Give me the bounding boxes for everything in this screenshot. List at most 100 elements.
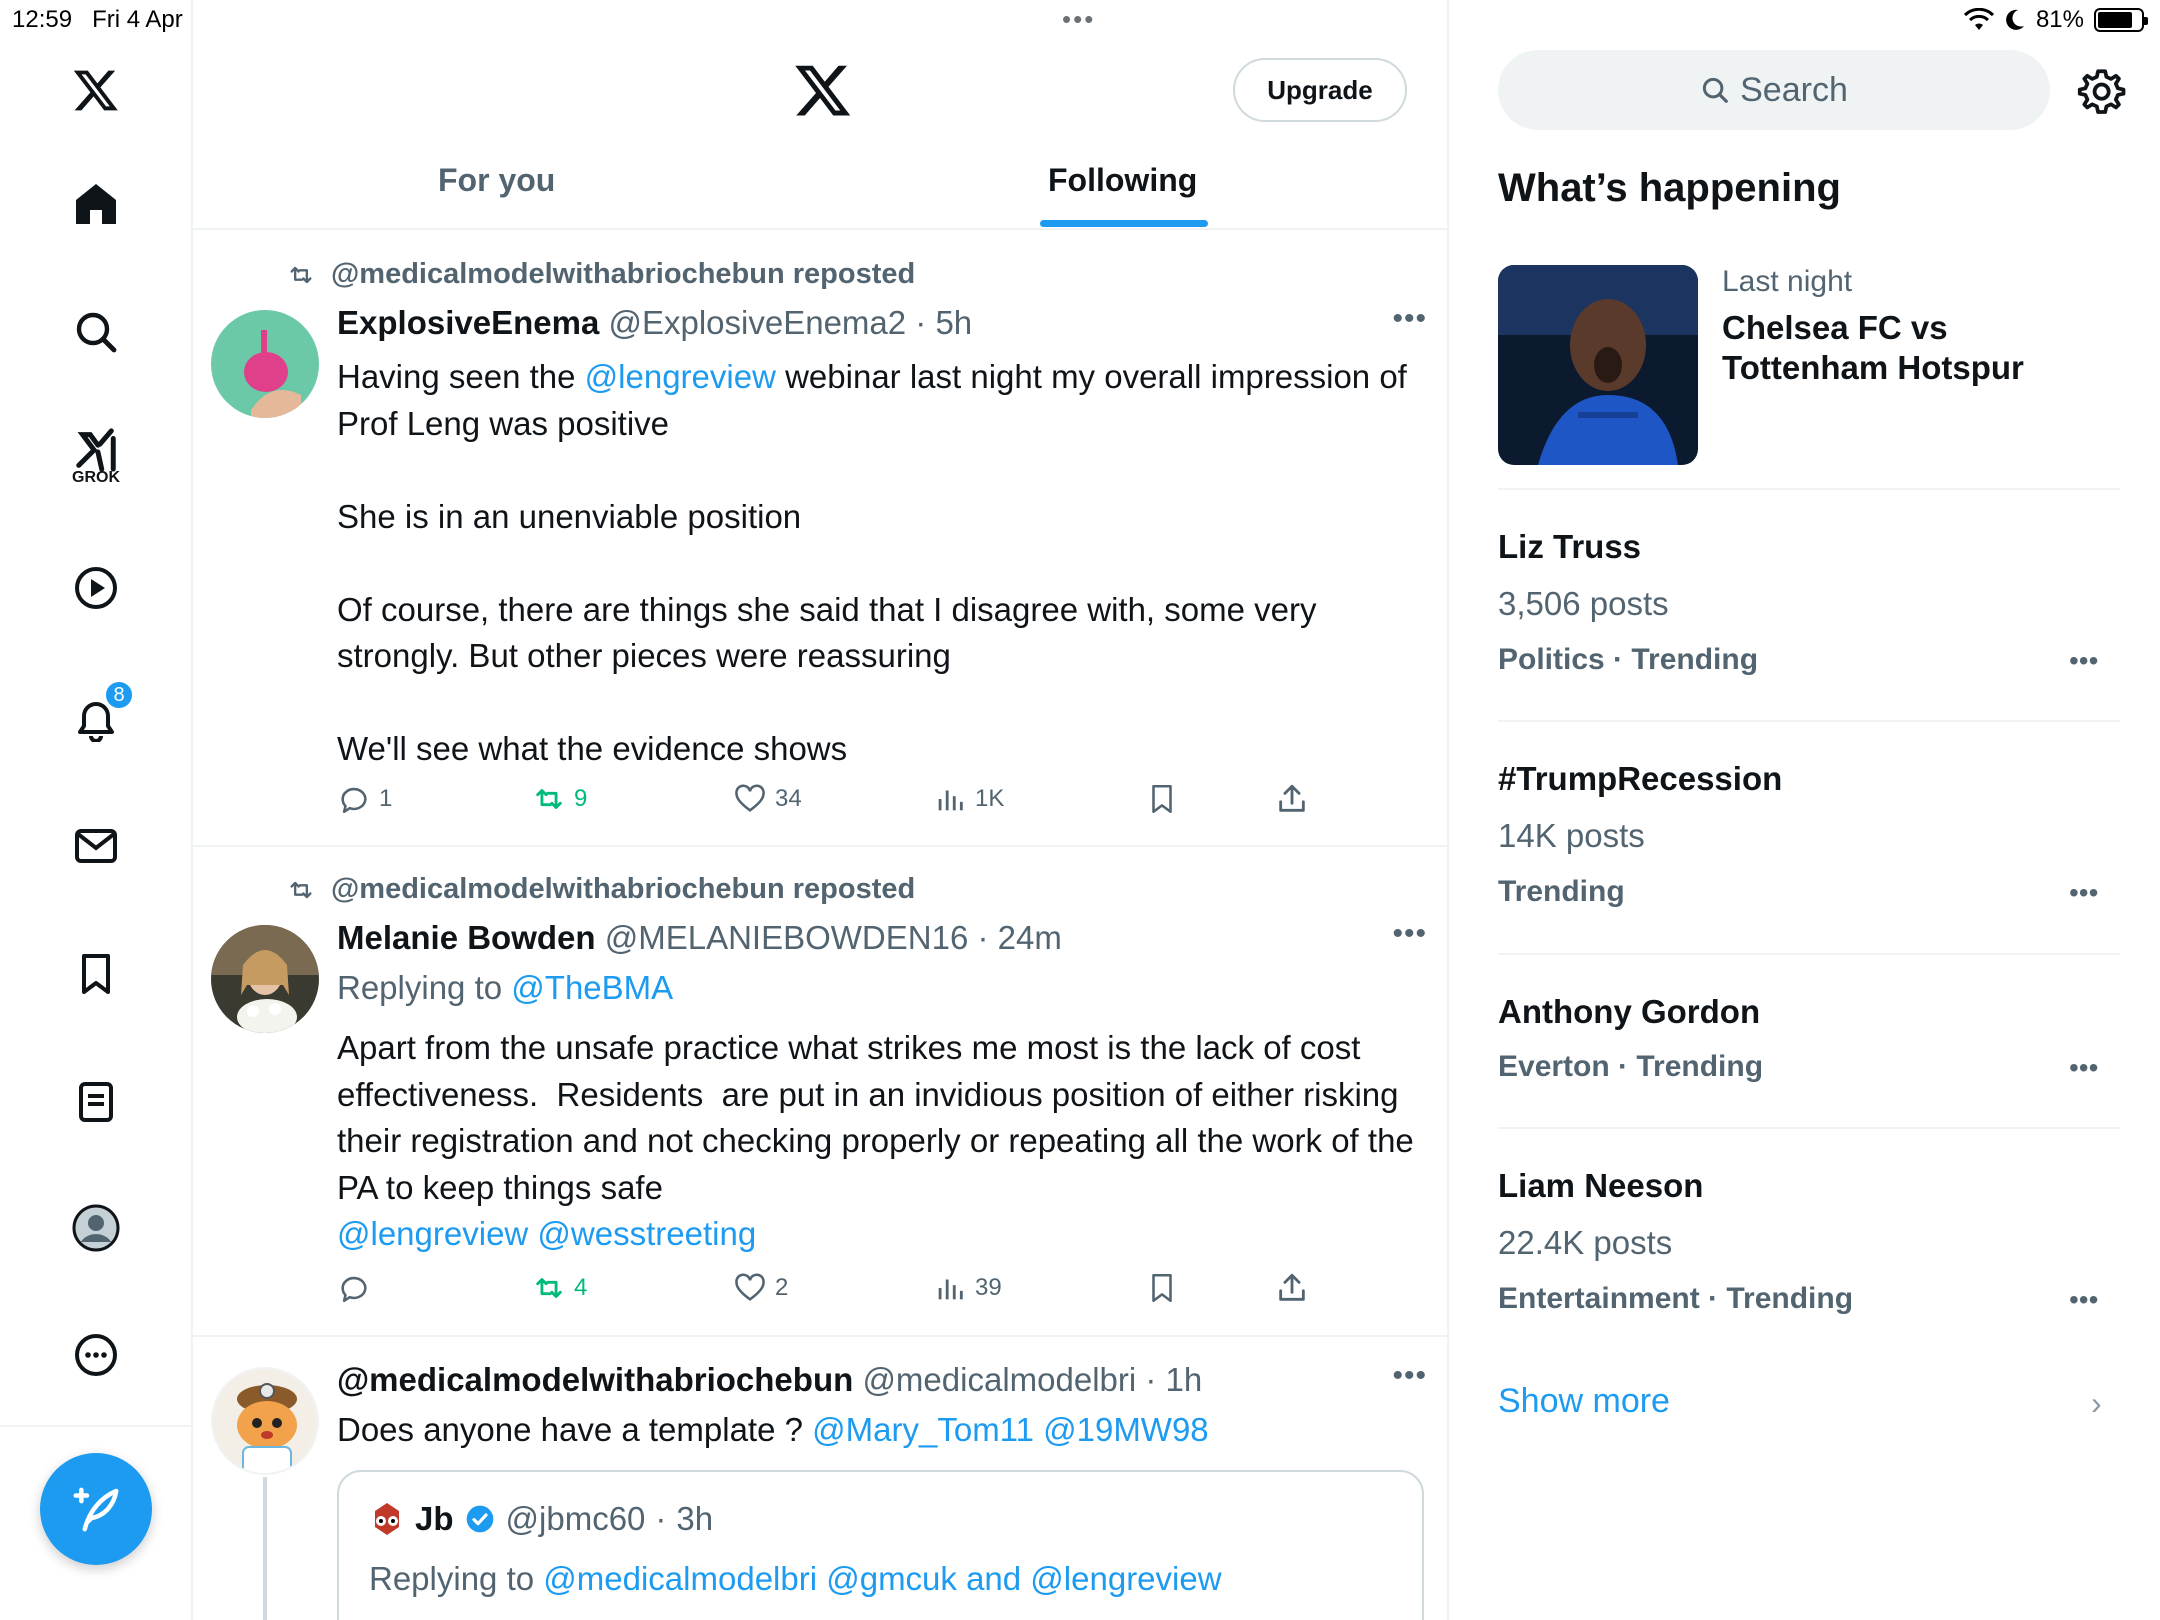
quoted-tweet-time: 3h xyxy=(676,1500,714,1537)
notifications-badge: 8 xyxy=(104,680,134,710)
repost-icon xyxy=(536,1278,562,1298)
trend-category: Everton · Trending xyxy=(1498,1050,1764,1083)
repost-button[interactable]: 4 xyxy=(532,1271,587,1305)
share-icon xyxy=(1279,1273,1305,1301)
show-more-link[interactable]: Show more xyxy=(1498,1382,1670,1421)
tweet-time[interactable]: 1h xyxy=(1166,1361,1203,1398)
trend-name[interactable]: Liz Truss xyxy=(1498,528,1641,566)
grok-icon[interactable]: GROK xyxy=(64,425,128,489)
author-handle[interactable]: @ExplosiveEnema2 xyxy=(608,304,906,341)
author-name[interactable]: @medicalmodelwithabriochebun xyxy=(337,1361,853,1398)
upgrade-button[interactable]: Upgrade xyxy=(1233,58,1407,122)
mention-link[interactable]: @TheBMA xyxy=(511,969,673,1006)
more-options-icon[interactable]: ••• xyxy=(1392,1359,1427,1393)
like-button[interactable]: 2 xyxy=(733,1271,788,1305)
tweet-time[interactable]: 24m xyxy=(998,919,1062,956)
tweet-body: Apart from the unsafe practice what stri… xyxy=(337,1029,1423,1206)
divider xyxy=(1498,1127,2120,1129)
avatar[interactable] xyxy=(211,1367,319,1475)
author-handle[interactable]: @medicalmodelbri xyxy=(862,1361,1136,1398)
video-play-icon[interactable] xyxy=(64,556,128,620)
share-button[interactable] xyxy=(1275,782,1309,816)
tweet-body: Having seen the @lengreview webinar last… xyxy=(337,358,1407,767)
nav-divider xyxy=(0,1425,193,1427)
search-placeholder: Search xyxy=(1740,70,1848,109)
mention-links[interactable]: @Mary_Tom11 @19MW98 xyxy=(812,1411,1209,1448)
tweet-actions: 1 9 34 1K xyxy=(337,782,1337,822)
tweet[interactable]: @medicalmodelwithabriochebun reposted Ex… xyxy=(193,232,1447,847)
repost-indicator: @medicalmodelwithabriochebun reposted xyxy=(285,873,915,906)
more-options-icon[interactable] xyxy=(64,1323,128,1387)
repost-button[interactable]: 9 xyxy=(532,782,587,816)
reply-button[interactable] xyxy=(337,1271,379,1305)
more-options-icon[interactable]: ••• xyxy=(1392,302,1427,336)
bookmark-button[interactable] xyxy=(1145,1271,1179,1305)
share-button[interactable] xyxy=(1275,1271,1309,1305)
reply-button[interactable]: 1 xyxy=(337,782,392,816)
bookmark-icon xyxy=(1152,1273,1172,1303)
views-bar-chart-icon xyxy=(938,790,963,811)
trend-more-icon[interactable]: ••• xyxy=(2069,877,2098,909)
bookmarks-icon[interactable] xyxy=(64,942,128,1006)
quoted-author-handle: @jbmc60 xyxy=(505,1500,646,1537)
author-name[interactable]: Melanie Bowden xyxy=(337,919,596,956)
heart-icon xyxy=(735,784,765,812)
tweet[interactable]: @medicalmodelwithabriochebun reposted Me… xyxy=(193,847,1447,1337)
trend-category: Politics · Trending xyxy=(1498,643,1759,676)
timeline-tabs: For you Following xyxy=(193,150,1447,230)
heart-icon xyxy=(735,1273,765,1301)
settings-gear-icon[interactable] xyxy=(2076,66,2126,116)
repost-icon xyxy=(290,881,312,898)
repost-icon xyxy=(536,789,562,809)
tweet-time[interactable]: 5h xyxy=(935,304,972,341)
notifications-bell-icon[interactable]: 8 xyxy=(64,680,134,750)
mention-links[interactable]: @medicalmodelbri @gmcuk and @lengreview xyxy=(543,1560,1221,1597)
search-icon[interactable] xyxy=(64,300,128,364)
quoted-tweet[interactable]: Jb @jbmc60 · 3h Replying to @medicalmodelb… xyxy=(337,1470,1424,1620)
divider xyxy=(1498,720,2120,722)
x-logo-icon[interactable] xyxy=(64,58,128,122)
author-name[interactable]: ExplosiveEnema xyxy=(337,304,599,341)
profile-avatar-icon[interactable] xyxy=(64,1196,128,1260)
avatar[interactable] xyxy=(211,925,319,1033)
messages-icon[interactable] xyxy=(64,814,128,878)
x-header-logo-icon[interactable] xyxy=(793,60,853,120)
author-handle[interactable]: @MELANIEBOWDEN16 xyxy=(605,919,969,956)
bookmark-icon xyxy=(1152,784,1172,814)
trend-name[interactable]: #TrumpRecession xyxy=(1498,760,1782,798)
views-button[interactable]: 39 xyxy=(933,1271,1002,1305)
news-title[interactable]: Chelsea FC vs Tottenham Hotspur xyxy=(1722,308,2062,388)
trend-more-icon[interactable]: ••• xyxy=(2069,1284,2098,1316)
reply-icon xyxy=(341,1276,367,1303)
compose-post-button[interactable] xyxy=(40,1453,152,1565)
bookmark-button[interactable] xyxy=(1145,782,1179,816)
views-bar-chart-icon xyxy=(938,1279,963,1300)
mention-link[interactable]: @lengreview xyxy=(585,358,776,395)
search-input[interactable]: Search xyxy=(1498,50,2050,130)
tab-following[interactable]: Following xyxy=(1048,162,1197,199)
trend-more-icon[interactable]: ••• xyxy=(2069,1052,2098,1084)
tweet[interactable]: @medicalmodelwithabriochebun @medicalmod… xyxy=(193,1337,1447,1620)
tab-active-indicator xyxy=(1040,220,1208,227)
more-options-icon[interactable]: ••• xyxy=(1392,917,1427,951)
quoted-tweet-header: Jb @jbmc60 · 3h xyxy=(369,1500,713,1538)
like-button[interactable]: 34 xyxy=(733,782,802,816)
mention-links[interactable]: @lengreview @wesstreeting xyxy=(337,1211,1417,1258)
feather-plus-icon xyxy=(73,1487,119,1532)
lists-icon[interactable] xyxy=(64,1070,128,1134)
reply-icon xyxy=(341,787,367,814)
trend-more-icon[interactable]: ••• xyxy=(2069,645,2098,677)
news-meta: Last night xyxy=(1722,265,1853,298)
thread-connector xyxy=(263,1477,267,1620)
avatar[interactable] xyxy=(211,310,319,418)
tab-for-you[interactable]: For you xyxy=(438,162,555,199)
quoted-avatar-icon xyxy=(369,1501,405,1537)
trend-name[interactable]: Liam Neeson xyxy=(1498,1167,1703,1205)
trend-name[interactable]: Anthony Gordon xyxy=(1498,993,1760,1031)
repost-text: @medicalmodelwithabriochebun reposted xyxy=(331,873,916,905)
home-icon[interactable] xyxy=(64,172,128,236)
news-thumbnail[interactable] xyxy=(1498,265,1698,465)
views-button[interactable]: 1K xyxy=(933,782,1004,816)
chevron-right-icon[interactable]: › xyxy=(2091,1385,2102,1422)
verified-badge-icon xyxy=(466,1505,493,1533)
